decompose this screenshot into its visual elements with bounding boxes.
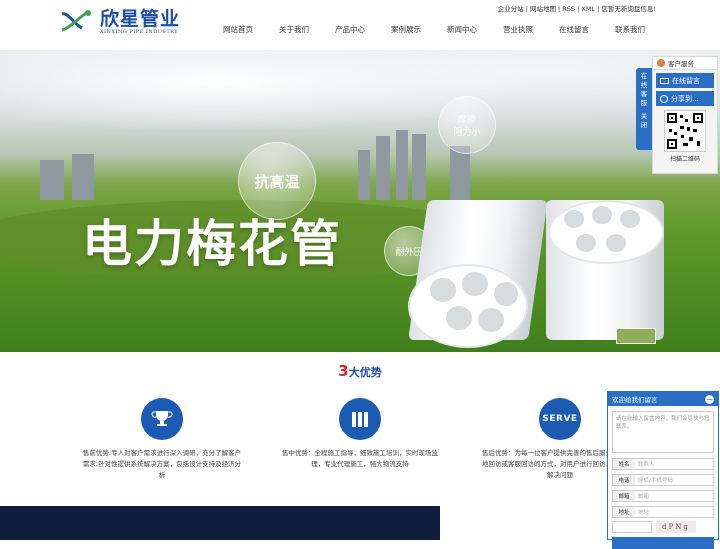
name-field-label: 姓名 bbox=[613, 459, 635, 469]
submit-button[interactable] bbox=[612, 537, 714, 549]
logo-mark-icon bbox=[61, 10, 91, 32]
advantages-heading: 大优势 bbox=[348, 366, 382, 379]
city-building bbox=[72, 154, 94, 200]
message-widget: 欢迎给我们留言 − 请在此输入留言内容，我们会尽快与您联系。 姓名 联系人 电话… bbox=[607, 391, 719, 549]
minimize-icon[interactable]: − bbox=[705, 394, 714, 404]
address-field[interactable]: 地址 地址 bbox=[612, 506, 714, 518]
city-building bbox=[450, 146, 470, 200]
service-head-label: 客户服务 bbox=[668, 60, 694, 68]
city-building bbox=[376, 136, 390, 200]
service-head: 客户服务 bbox=[653, 57, 717, 70]
site-logo[interactable]: 欣星管业 XINXING PIPE INDUSTRY bbox=[58, 8, 180, 36]
nav-message[interactable]: 在线留言 bbox=[546, 24, 602, 35]
books-icon bbox=[339, 398, 381, 440]
address-field-label: 地址 bbox=[613, 507, 635, 517]
advantage-insale: 售中优势：全程施工指导，细致施工培训，实时现场监理，专业代理施工，强大物流支持 bbox=[280, 398, 440, 470]
service-body: 客户服务 在线留言 分享到... 扫描二维码 bbox=[652, 56, 718, 174]
nav-cases[interactable]: 案例展示 bbox=[378, 24, 434, 35]
service-avatar-icon bbox=[657, 59, 665, 67]
name-input[interactable]: 联系人 bbox=[635, 459, 713, 469]
nav-about[interactable]: 关于我们 bbox=[266, 24, 322, 35]
hero-banner: 抗高温 摩擦 阻力小 耐外压 电力梅花管 bbox=[0, 50, 720, 352]
email-input[interactable]: 邮箱 bbox=[635, 491, 713, 501]
sky-clouds bbox=[0, 50, 720, 160]
feature-bubble-friction: 摩擦 阻力小 bbox=[438, 96, 496, 154]
captcha-input[interactable] bbox=[612, 521, 652, 533]
advantage-presale-text: 售前优势:专人对客户需求进行深入调研，充分了解客户需求;针对性提供系统解决方案，… bbox=[82, 449, 242, 479]
advantages-count: 3 bbox=[338, 362, 349, 380]
mail-icon bbox=[660, 77, 669, 84]
share-icon bbox=[660, 94, 668, 103]
online-message-button[interactable]: 在线留言 bbox=[656, 73, 714, 88]
phone-field-label: 电话 bbox=[613, 475, 635, 485]
message-textarea[interactable]: 请在此输入留言内容，我们会尽快与您联系。 bbox=[612, 411, 714, 453]
city-building bbox=[40, 160, 64, 200]
captcha-row: dPNg bbox=[612, 521, 714, 533]
advantage-presale: 售前优势:专人对客户需求进行深入调研，充分了解客户需求;针对性提供系统解决方案，… bbox=[82, 398, 242, 481]
city-building bbox=[396, 130, 408, 200]
banner-slide-thumb[interactable] bbox=[616, 328, 656, 344]
trophy-icon bbox=[141, 398, 183, 440]
qr-code-icon bbox=[664, 110, 706, 152]
footer-bar bbox=[0, 506, 440, 540]
nav-home[interactable]: 网站首页 bbox=[210, 24, 266, 35]
logo-subtitle: XINXING PIPE INDUSTRY bbox=[100, 29, 179, 35]
nav-products[interactable]: 产品中心 bbox=[322, 24, 378, 35]
qr-caption: 扫描二维码 bbox=[669, 156, 700, 163]
service-tab-close[interactable]: 关闭 bbox=[640, 112, 648, 130]
message-widget-header[interactable]: 欢迎给我们留言 − bbox=[608, 392, 718, 406]
site-header: 欣星管业 XINXING PIPE INDUSTRY 企业分站 | 网站地图 |… bbox=[0, 0, 720, 50]
phone-input[interactable]: 座机/手机号码 bbox=[635, 475, 713, 485]
advantage-insale-text: 售中优势：全程施工指导，细致施工培训，实时现场监理，专业代理施工，强大物流支持 bbox=[282, 449, 438, 468]
nav-license[interactable]: 营业执照 bbox=[490, 24, 546, 35]
share-label: 分享到... bbox=[671, 94, 699, 103]
phone-field[interactable]: 电话 座机/手机号码 bbox=[612, 474, 714, 486]
serve-icon-label: SERVE bbox=[542, 414, 578, 424]
nav-news[interactable]: 新闻中心 bbox=[434, 24, 490, 35]
name-field[interactable]: 姓名 联系人 bbox=[612, 458, 714, 470]
email-field-label: 邮箱 bbox=[613, 491, 635, 501]
service-tab-label: 在线客服 bbox=[640, 72, 648, 107]
address-input[interactable]: 地址 bbox=[635, 507, 713, 517]
service-tab[interactable]: 在线客服 关闭 bbox=[636, 68, 652, 150]
nav-contact[interactable]: 联系我们 bbox=[602, 24, 658, 35]
city-building bbox=[412, 134, 426, 200]
advantages-title: 3大优势 bbox=[0, 362, 720, 380]
email-field[interactable]: 邮箱 邮箱 bbox=[612, 490, 714, 502]
floating-service-panel: 在线客服 关闭 客户服务 在线留言 分享到... 扫描二维码 bbox=[636, 56, 718, 174]
online-message-label: 在线留言 bbox=[672, 76, 700, 85]
serve-icon: SERVE bbox=[539, 398, 581, 440]
captcha-image[interactable]: dPNg bbox=[656, 521, 696, 533]
city-building bbox=[358, 150, 370, 200]
banner-headline: 电力梅花管 bbox=[82, 215, 342, 273]
share-button[interactable]: 分享到... bbox=[656, 91, 714, 106]
main-nav: 网站首页 关于我们 产品中心 案例展示 新闻中心 营业执照 在线留言 联系我们 bbox=[210, 24, 658, 35]
message-widget-title: 欢迎给我们留言 bbox=[612, 396, 658, 404]
top-links[interactable]: 企业分站 | 网站地图 | RSS | XML | 您暂无新询盘信息! bbox=[498, 3, 656, 13]
logo-title: 欣星管业 bbox=[100, 8, 181, 30]
